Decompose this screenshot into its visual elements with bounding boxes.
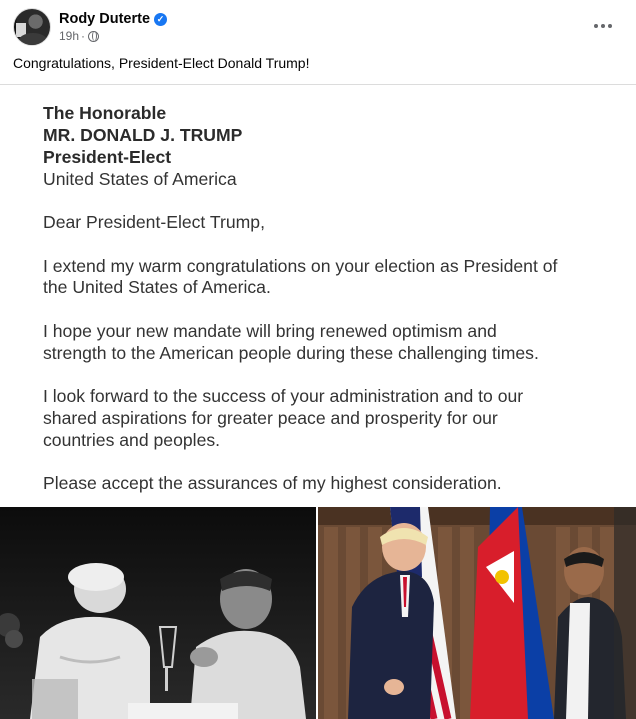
letter-line: President-Elect — [43, 147, 172, 167]
verified-badge-icon: ✓ — [154, 12, 168, 26]
letter-line: I extend my warm congratulations on your… — [43, 256, 558, 276]
more-options-icon[interactable] — [590, 14, 616, 38]
post-timestamp[interactable]: 19h — [59, 29, 79, 43]
photo-meeting-bw[interactable] — [0, 507, 316, 719]
avatar-figure — [18, 33, 48, 45]
letter-line: Dear President-Elect Trump, — [43, 212, 265, 232]
author-avatar[interactable] — [13, 8, 51, 46]
letter-line: the United States of America. — [43, 277, 271, 297]
letter-image[interactable]: The Honorable MR. DONALD J. TRUMP Presid… — [0, 84, 636, 506]
photo-grid — [0, 507, 636, 719]
letter-line: shared aspirations for greater peace and… — [43, 408, 498, 428]
photo-handshake-color-art — [318, 507, 636, 719]
letter-line: MR. DONALD J. TRUMP — [43, 125, 243, 145]
letter-line: United States of America — [43, 169, 237, 189]
letter-line: countries and peoples. — [43, 430, 221, 450]
facebook-post: Rody Duterte ✓ 19h · Congratulations, Pr… — [0, 0, 636, 719]
post-header: Rody Duterte ✓ 19h · — [0, 0, 636, 50]
photo-meeting-bw-art — [0, 507, 316, 719]
post-meta: 19h · — [59, 29, 100, 43]
post-caption: Congratulations, President-Elect Donald … — [13, 55, 310, 71]
letter-line: The Honorable — [43, 103, 167, 123]
author-row: Rody Duterte ✓ — [59, 10, 168, 28]
author-name[interactable]: Rody Duterte — [59, 11, 150, 27]
letter-line: strength to the American people during t… — [43, 343, 539, 363]
letter-line: I look forward to the success of your ad… — [43, 386, 524, 406]
globe-icon[interactable] — [88, 30, 100, 42]
letter-line: I hope your new mandate will bring renew… — [43, 321, 497, 341]
meta-separator: · — [81, 29, 86, 43]
letter-line: Please accept the assurances of my highe… — [43, 473, 502, 493]
photo-handshake-color[interactable] — [318, 507, 636, 719]
